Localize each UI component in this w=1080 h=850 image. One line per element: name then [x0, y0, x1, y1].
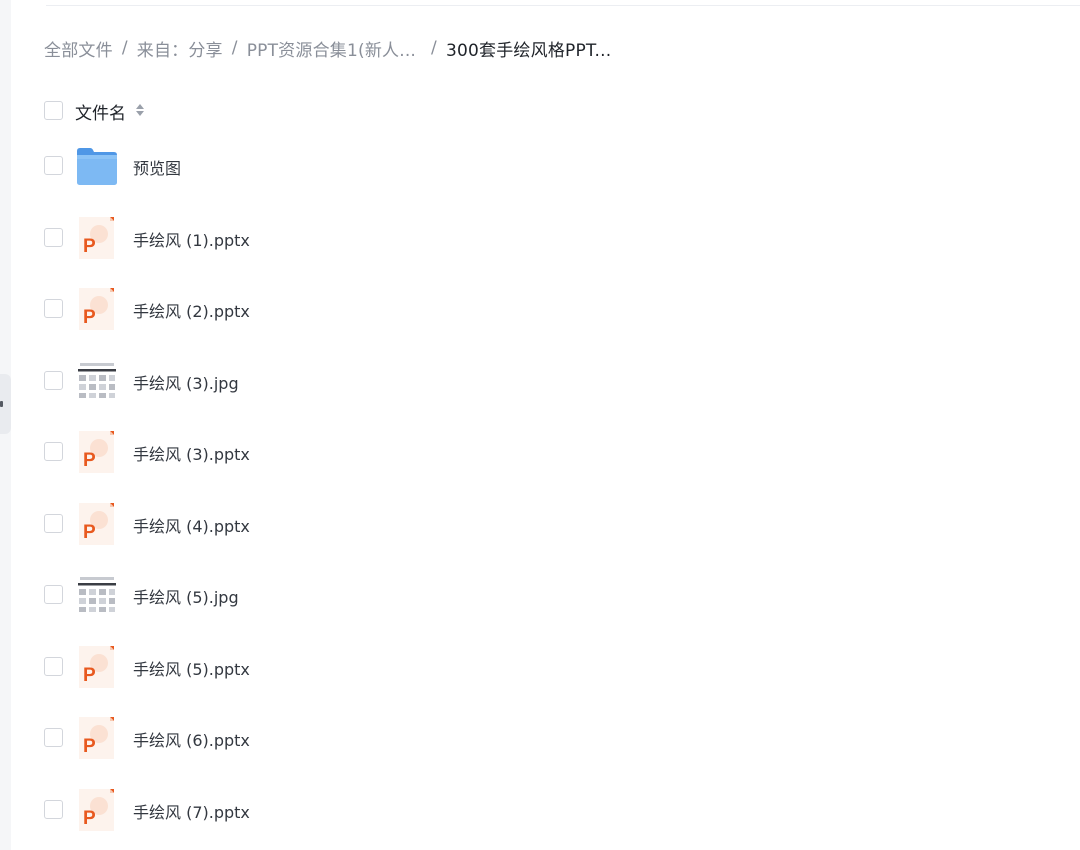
row-checkbox[interactable]: [44, 585, 63, 604]
image-thumbnail-icon: [76, 574, 118, 616]
svg-text:P: P: [83, 736, 96, 757]
row-checkbox[interactable]: [44, 299, 63, 318]
row-checkbox[interactable]: [44, 371, 63, 390]
folder-icon: [77, 148, 117, 185]
breadcrumb-separator: /: [431, 38, 437, 58]
row-checkbox[interactable]: [44, 514, 63, 533]
pptx-file-icon: P: [79, 646, 114, 688]
file-row[interactable]: P 手绘风 (4).pptx: [0, 500, 1080, 548]
row-checkbox[interactable]: [44, 800, 63, 819]
file-name[interactable]: 手绘风 (1).pptx: [133, 227, 250, 251]
svg-text:P: P: [83, 236, 96, 257]
image-thumbnail-icon: [76, 360, 118, 402]
file-row[interactable]: 预览图: [0, 142, 1080, 190]
breadcrumb-separator: /: [121, 38, 128, 58]
column-header-filename[interactable]: 文件名: [75, 99, 126, 124]
file-row[interactable]: 手绘风 (5).jpg: [0, 571, 1080, 619]
select-all-checkbox[interactable]: [44, 101, 63, 120]
file-name[interactable]: 手绘风 (3).pptx: [133, 441, 250, 465]
file-row[interactable]: 手绘风 (3).jpg: [0, 357, 1080, 405]
file-row[interactable]: P 手绘风 (1).pptx: [0, 214, 1080, 262]
file-row[interactable]: P 手绘风 (6).pptx: [0, 714, 1080, 762]
file-name[interactable]: 手绘风 (5).jpg: [133, 584, 239, 608]
svg-text:P: P: [83, 808, 96, 829]
breadcrumb-separator: /: [231, 38, 238, 58]
file-row[interactable]: P 手绘风 (3).pptx: [0, 428, 1080, 476]
pptx-file-icon: P: [79, 431, 114, 473]
file-name[interactable]: 手绘风 (7).pptx: [133, 799, 250, 823]
pptx-file-icon: P: [79, 503, 114, 545]
file-row[interactable]: P 手绘风 (7).pptx: [0, 786, 1080, 834]
pptx-file-icon: P: [79, 789, 114, 831]
svg-text:P: P: [83, 307, 96, 328]
pptx-file-icon: P: [79, 217, 114, 259]
row-checkbox[interactable]: [44, 228, 63, 247]
file-list-header: 文件名: [0, 98, 1080, 124]
row-checkbox[interactable]: [44, 728, 63, 747]
file-name[interactable]: 手绘风 (2).pptx: [133, 298, 250, 322]
row-checkbox[interactable]: [44, 442, 63, 461]
file-name[interactable]: 预览图: [133, 155, 181, 179]
pptx-file-icon: P: [79, 717, 114, 759]
file-row[interactable]: P 手绘风 (5).pptx: [0, 643, 1080, 691]
svg-text:P: P: [83, 665, 96, 686]
svg-text:P: P: [83, 450, 96, 471]
svg-text:P: P: [83, 522, 96, 543]
file-name[interactable]: 手绘风 (5).pptx: [133, 656, 250, 680]
breadcrumb-current-folder: 300套手绘风格PPT...: [445, 40, 612, 61]
breadcrumb-item-shared-from[interactable]: 来自：分享: [137, 36, 223, 61]
file-name[interactable]: 手绘风 (6).pptx: [133, 727, 250, 751]
breadcrumb-item-all-files[interactable]: 全部文件: [44, 36, 113, 61]
pptx-file-icon: P: [79, 288, 114, 330]
breadcrumb: 全部文件 / 来自：分享 / PPT资源合集1(新人... / 300套手绘风格…: [44, 36, 612, 61]
file-name[interactable]: 手绘风 (3).jpg: [133, 370, 239, 394]
file-row[interactable]: P 手绘风 (2).pptx: [0, 285, 1080, 333]
breadcrumb-item-ppt-collection[interactable]: PPT资源合集1(新人...: [247, 36, 416, 61]
row-checkbox[interactable]: [44, 156, 63, 175]
file-name[interactable]: 手绘风 (4).pptx: [133, 513, 250, 537]
row-checkbox[interactable]: [44, 657, 63, 676]
sort-icon[interactable]: [135, 103, 145, 117]
divider: [46, 5, 1080, 6]
